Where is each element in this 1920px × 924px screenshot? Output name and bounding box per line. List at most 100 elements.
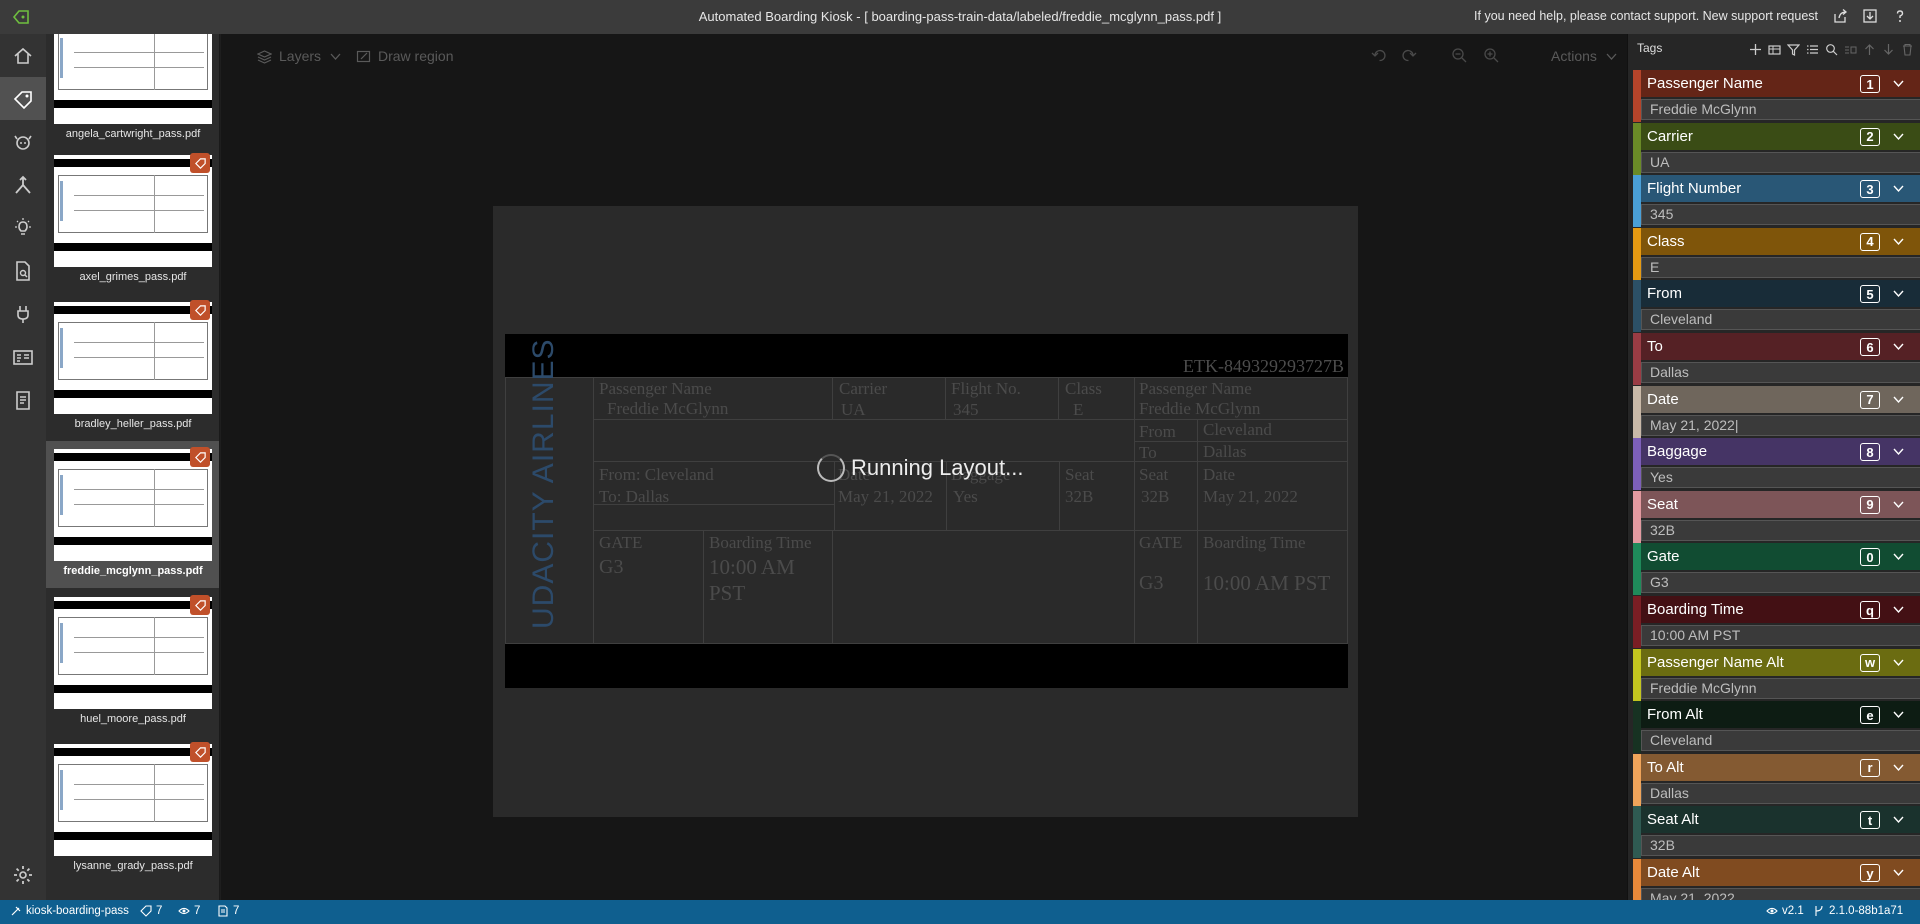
- download-icon[interactable]: [1862, 8, 1878, 24]
- tag-value-field[interactable]: UA: [1641, 151, 1920, 173]
- share-icon[interactable]: [1832, 8, 1848, 24]
- chevron-down-icon[interactable]: [1891, 444, 1906, 459]
- thumbnail-item[interactable]: huel_moore_pass.pdf: [46, 589, 219, 736]
- nav-document-search[interactable]: [0, 249, 46, 292]
- tag-item[interactable]: From 5 Cleveland: [1633, 280, 1920, 333]
- tag-value-field[interactable]: Freddie McGlynn: [1641, 677, 1920, 699]
- nav-train[interactable]: [0, 120, 46, 163]
- chevron-down-icon[interactable]: [1891, 181, 1906, 196]
- tag-value-field[interactable]: G3: [1641, 572, 1920, 594]
- chevron-down-icon[interactable]: [1891, 234, 1906, 249]
- chevron-down-icon[interactable]: [1891, 707, 1906, 722]
- zoom-out-icon[interactable]: [1451, 47, 1468, 64]
- help-icon[interactable]: [1892, 8, 1908, 24]
- delete-icon[interactable]: [1900, 42, 1915, 57]
- move-up-icon[interactable]: [1862, 42, 1877, 57]
- tag-value-field[interactable]: 345: [1641, 204, 1920, 226]
- tag-item[interactable]: Seat 9 32B: [1633, 490, 1920, 543]
- tag-value-field[interactable]: Yes: [1641, 467, 1920, 489]
- tag-value-field[interactable]: E: [1641, 256, 1920, 278]
- thumbnail-item-selected[interactable]: freddie_mcglynn_pass.pdf: [46, 441, 219, 588]
- tag-color-swatch[interactable]: [1633, 70, 1641, 122]
- tag-item[interactable]: Gate 0 G3: [1633, 543, 1920, 596]
- tag-item[interactable]: To Alt r Dallas: [1633, 753, 1920, 806]
- draw-region-button[interactable]: Draw region: [356, 48, 453, 64]
- tag-color-swatch[interactable]: [1633, 701, 1641, 754]
- tag-color-swatch[interactable]: [1633, 438, 1641, 491]
- chevron-down-icon[interactable]: [1891, 129, 1906, 144]
- tag-color-swatch[interactable]: [1633, 280, 1641, 333]
- rotate-right-icon[interactable]: [1400, 47, 1417, 64]
- search-icon[interactable]: [1824, 42, 1839, 57]
- tag-item[interactable]: Baggage 8 Yes: [1633, 438, 1920, 491]
- nav-analyze[interactable]: [0, 206, 46, 249]
- tag-item[interactable]: Passenger Name Alt w Freddie McGlynn: [1633, 648, 1920, 701]
- tag-color-swatch[interactable]: [1633, 648, 1641, 701]
- chevron-down-icon[interactable]: [1891, 76, 1906, 91]
- chevron-down-icon[interactable]: [1891, 339, 1906, 354]
- tag-item[interactable]: To 6 Dallas: [1633, 333, 1920, 385]
- tag-color-swatch[interactable]: [1633, 806, 1641, 859]
- nav-tag-editor[interactable]: [0, 77, 46, 120]
- nav-settings[interactable]: [0, 853, 46, 896]
- tag-value-field[interactable]: May 21, 2022: [1641, 888, 1920, 900]
- add-table-tag-icon[interactable]: [1767, 42, 1782, 57]
- move-down-icon[interactable]: [1881, 42, 1896, 57]
- document-page[interactable]: ETK-849329293727B UDACITY AIRLINES Passe…: [493, 206, 1358, 817]
- filter-icon[interactable]: [1786, 42, 1801, 57]
- tag-value-field[interactable]: 10:00 AM PST: [1641, 625, 1920, 646]
- chevron-down-icon[interactable]: [1891, 602, 1906, 617]
- chevron-down-icon[interactable]: [1891, 286, 1906, 301]
- chevron-down-icon[interactable]: [1891, 549, 1906, 564]
- tag-color-swatch[interactable]: [1633, 175, 1641, 228]
- tag-color-swatch[interactable]: [1633, 490, 1641, 543]
- tag-color-swatch[interactable]: [1633, 596, 1641, 648]
- tag-item[interactable]: From Alt e Cleveland: [1633, 701, 1920, 754]
- chevron-down-icon[interactable]: [1891, 812, 1906, 827]
- tag-value-field[interactable]: 32B: [1641, 519, 1920, 541]
- add-tag-icon[interactable]: [1748, 42, 1763, 57]
- zoom-in-icon[interactable]: [1483, 47, 1500, 64]
- tag-value-field[interactable]: May 21, 2022|: [1641, 414, 1920, 436]
- tag-color-swatch[interactable]: [1633, 385, 1641, 438]
- nav-connections[interactable]: [0, 292, 46, 335]
- support-link[interactable]: If you need help, please contact support…: [1474, 9, 1818, 23]
- nav-home[interactable]: [0, 34, 46, 77]
- chevron-down-icon[interactable]: [1891, 655, 1906, 670]
- tag-value-field[interactable]: Cleveland: [1641, 730, 1920, 752]
- actions-menu[interactable]: Actions: [1551, 48, 1619, 64]
- tag-color-swatch[interactable]: [1633, 333, 1641, 385]
- thumbnail-item[interactable]: bradley_heller_pass.pdf: [46, 294, 219, 441]
- tag-item[interactable]: Passenger Name 1 Freddie McGlynn: [1633, 70, 1920, 122]
- nav-forms[interactable]: [0, 378, 46, 421]
- layers-button[interactable]: Layers: [257, 48, 343, 64]
- tag-color-swatch[interactable]: [1633, 753, 1641, 806]
- tag-item[interactable]: Class 4 E: [1633, 227, 1920, 280]
- tag-color-swatch[interactable]: [1633, 227, 1641, 280]
- nav-compose[interactable]: [0, 163, 46, 206]
- tag-item[interactable]: Boarding Time q 10:00 AM PST: [1633, 596, 1920, 648]
- tag-value-field[interactable]: Freddie McGlynn: [1641, 99, 1920, 120]
- thumbnail-item[interactable]: lysanne_grady_pass.pdf: [46, 736, 219, 883]
- tag-item[interactable]: Date 7 May 21, 2022|: [1633, 385, 1920, 438]
- tag-item[interactable]: Date Alt y May 21, 2022: [1633, 859, 1920, 900]
- tag-color-swatch[interactable]: [1633, 859, 1641, 900]
- tag-value-field[interactable]: Dallas: [1641, 362, 1920, 383]
- chevron-down-icon[interactable]: [1891, 865, 1906, 880]
- tag-item[interactable]: Carrier 2 UA: [1633, 122, 1920, 175]
- visibility-icon[interactable]: [1843, 42, 1858, 57]
- tag-value-field[interactable]: Dallas: [1641, 782, 1920, 804]
- tag-color-swatch[interactable]: [1633, 122, 1641, 175]
- project-indicator[interactable]: kiosk-boarding-pass: [10, 905, 129, 917]
- rotate-left-icon[interactable]: [1371, 47, 1388, 64]
- tag-item[interactable]: Seat Alt t 32B: [1633, 806, 1920, 859]
- chevron-down-icon[interactable]: [1891, 497, 1906, 512]
- tag-item[interactable]: Flight Number 3 345: [1633, 175, 1920, 228]
- chevron-down-icon[interactable]: [1891, 760, 1906, 775]
- list-icon[interactable]: [1805, 42, 1820, 57]
- nav-id-model[interactable]: [0, 335, 46, 378]
- chevron-down-icon[interactable]: [1891, 392, 1906, 407]
- thumbnail-item[interactable]: angela_cartwright_pass.pdf: [46, 34, 219, 151]
- thumbnail-item[interactable]: axel_grimes_pass.pdf: [46, 147, 219, 294]
- tag-color-swatch[interactable]: [1633, 543, 1641, 596]
